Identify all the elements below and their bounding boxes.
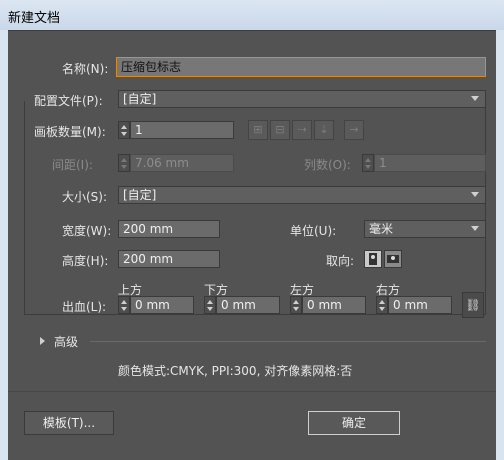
link-bleed-icon[interactable]: ⛓ xyxy=(462,292,484,318)
advanced-label[interactable]: 高级 xyxy=(54,333,78,350)
chevron-down-icon xyxy=(471,226,479,231)
title-bar: 新建文档 xyxy=(0,0,504,30)
artboard-count-label: 画板数量(M): xyxy=(34,125,106,139)
templates-button[interactable]: 模板(T)... xyxy=(24,411,114,435)
arrange-by-column-icon[interactable]: ⇣ xyxy=(314,120,334,140)
arrange-by-row-icon[interactable]: ⇢ xyxy=(292,120,312,140)
bleed-right-input[interactable]: 0 mm xyxy=(388,296,452,314)
grid-by-row-icon[interactable]: ⊞ xyxy=(248,120,268,140)
width-input[interactable]: 200 mm xyxy=(118,220,220,238)
height-label: 高度(H): xyxy=(62,254,109,268)
bleed-bottom-input[interactable]: 0 mm xyxy=(216,296,280,314)
footer-divider xyxy=(8,391,496,392)
bleed-left-input[interactable]: 0 mm xyxy=(302,296,366,314)
height-input[interactable]: 200 mm xyxy=(118,250,220,268)
chevron-down-icon xyxy=(471,192,479,197)
expand-triangle-icon[interactable] xyxy=(40,337,45,345)
portrait-orientation-button[interactable] xyxy=(364,250,382,268)
dialog-body: 名称(N): 压缩包标志 配置文件(P): [自定] 画板数量(M): 1 ⊞ … xyxy=(8,30,496,460)
grid-by-column-icon[interactable]: ⊟ xyxy=(270,120,290,140)
window-title: 新建文档 xyxy=(8,11,61,26)
spacing-label: 间距(I): xyxy=(52,158,93,172)
size-label: 大小(S): xyxy=(62,190,108,204)
columns-label: 列数(O): xyxy=(304,158,351,172)
spacing-input[interactable]: 7.06 mm xyxy=(130,154,234,172)
width-label: 宽度(W): xyxy=(62,224,112,238)
ok-button[interactable]: 确定 xyxy=(308,411,400,435)
bleed-label: 出血(L): xyxy=(62,300,107,314)
right-to-left-icon[interactable]: → xyxy=(344,120,364,140)
units-label: 单位(U): xyxy=(290,224,337,238)
columns-input[interactable]: 1 xyxy=(374,154,486,172)
bleed-right-stepper[interactable] xyxy=(376,296,388,314)
bleed-left-stepper[interactable] xyxy=(290,296,302,314)
artboard-count-stepper[interactable] xyxy=(118,121,130,139)
size-select[interactable]: [自定] xyxy=(118,186,486,204)
size-select-value: [自定] xyxy=(123,188,157,202)
units-select[interactable]: 毫米 xyxy=(364,220,486,238)
bleed-top-input[interactable]: 0 mm xyxy=(130,296,194,314)
advanced-summary: 颜色模式:CMYK, PPI:300, 对齐像素网格:否 xyxy=(118,364,353,378)
orientation-label: 取向: xyxy=(326,254,355,268)
name-input[interactable]: 压缩包标志 xyxy=(116,57,486,77)
advanced-divider xyxy=(90,341,486,342)
name-label: 名称(N): xyxy=(62,62,109,76)
bleed-bottom-stepper[interactable] xyxy=(204,296,216,314)
artboard-count-input[interactable]: 1 xyxy=(130,121,234,139)
columns-stepper[interactable] xyxy=(362,154,374,172)
units-select-value: 毫米 xyxy=(369,222,394,236)
landscape-orientation-button[interactable] xyxy=(384,250,402,268)
spacing-stepper[interactable] xyxy=(118,154,130,172)
bleed-top-stepper[interactable] xyxy=(118,296,130,314)
